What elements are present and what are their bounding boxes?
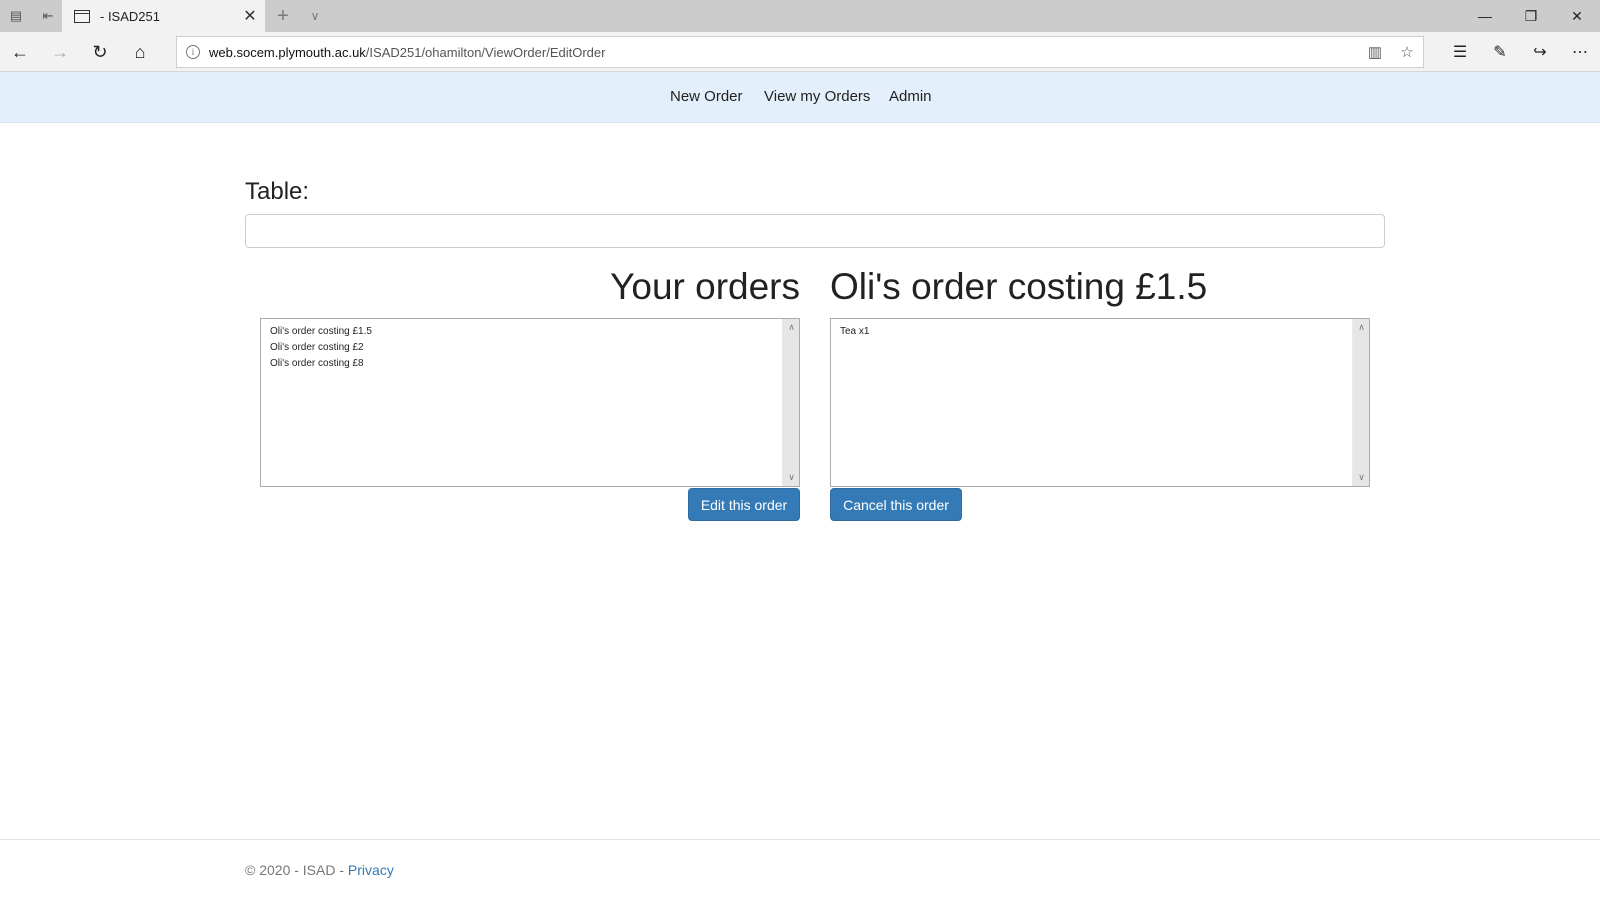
close-window-icon[interactable]: ✕ [1554,0,1600,32]
more-icon[interactable]: ⋯ [1560,32,1600,72]
favorite-star-icon[interactable]: ☆ [1391,37,1423,67]
footer-divider [0,839,1600,840]
address-bar[interactable]: i web.socem.plymouth.ac.uk/ISAD251/ohami… [176,36,1424,68]
table-input[interactable] [245,214,1385,248]
footer-text: © 2020 - ISAD - [245,862,348,878]
order-items-listbox[interactable]: Tea x1 ∧ ∨ [830,318,1370,487]
info-icon[interactable]: i [186,45,200,59]
nav-link-admin[interactable]: Admin [889,88,932,105]
list-item[interactable]: Oli's order costing £8 [270,356,799,372]
tab-actions-icon[interactable]: ▤ [0,0,32,32]
scrollbar[interactable]: ∧ ∨ [782,319,799,486]
browser-tab[interactable]: - ISAD251 ✕ [62,0,265,32]
minimize-icon[interactable]: — [1462,0,1508,32]
table-label: Table: [245,178,310,205]
forward-icon[interactable]: → [40,32,80,72]
chevron-down-icon[interactable]: ∨ [300,0,330,32]
favorites-list-icon[interactable]: ☰ [1440,32,1480,72]
url-text[interactable]: web.socem.plymouth.ac.uk/ISAD251/ohamilt… [209,45,1359,60]
close-tab-icon[interactable]: ✕ [235,0,265,32]
share-icon[interactable]: ↪ [1520,32,1560,72]
privacy-link[interactable]: Privacy [348,862,394,878]
refresh-icon[interactable]: ↻ [80,32,120,72]
page-icon [74,9,90,23]
list-item[interactable]: Oli's order costing £2 [270,340,799,356]
reading-view-icon[interactable]: ▥ [1359,37,1391,67]
browser-toolbar: ← → ↻ ⌂ i web.socem.plymouth.ac.uk/ISAD2… [0,32,1600,72]
set-tabs-aside-icon[interactable]: ⇤ [32,0,64,32]
url-path: /ISAD251/ohamilton/ViewOrder/EditOrder [365,44,606,60]
nav-link-view-my-orders[interactable]: View my Orders [764,88,870,105]
tab-title: - ISAD251 [100,8,160,24]
orders-listbox[interactable]: Oli's order costing £1.5 Oli's order cos… [260,318,800,487]
list-item[interactable]: Oli's order costing £1.5 [270,324,799,340]
nav-link-new-order[interactable]: New Order [670,88,743,105]
scroll-down-icon[interactable]: ∨ [783,469,800,486]
url-host: web.socem.plymouth.ac.uk [209,44,366,60]
your-orders-heading: Your orders [610,266,800,307]
scrollbar[interactable]: ∧ ∨ [1352,319,1369,486]
restore-icon[interactable]: ❐ [1508,0,1554,32]
new-tab-icon[interactable]: + [266,0,300,32]
edit-order-button[interactable]: Edit this order [688,488,800,521]
home-icon[interactable]: ⌂ [120,32,160,72]
scroll-up-icon[interactable]: ∧ [783,319,800,336]
browser-titlebar: ▤ ⇤ - ISAD251 ✕ + ∨ — ❐ ✕ [0,0,1600,32]
cancel-order-button[interactable]: Cancel this order [830,488,962,521]
back-icon[interactable]: ← [0,32,40,72]
footer: © 2020 - ISAD - Privacy [245,862,394,878]
scroll-down-icon[interactable]: ∨ [1353,469,1370,486]
order-detail-heading: Oli's order costing £1.5 [830,266,1208,307]
pen-icon[interactable]: ✎ [1480,32,1520,72]
site-navbar: New Order View my Orders Admin [0,72,1600,123]
list-item[interactable]: Tea x1 [840,324,1369,340]
scroll-up-icon[interactable]: ∧ [1353,319,1370,336]
